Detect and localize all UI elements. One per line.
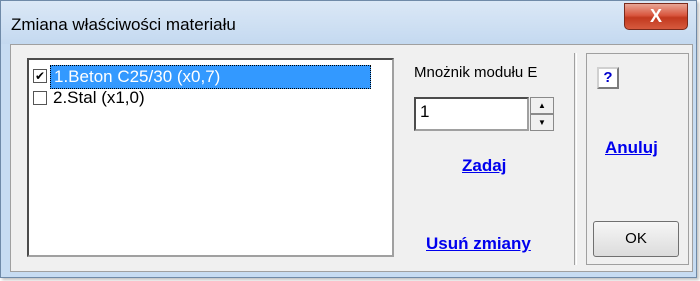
help-button[interactable]: ? <box>597 67 619 89</box>
remove-changes-link[interactable]: Usuń zmiany <box>426 234 531 254</box>
dialog-window: Zmiana właściwości materiału X ✔ 1.Beton… <box>0 0 697 278</box>
material-checkbox[interactable] <box>33 91 47 105</box>
arrow-up-icon: ▲ <box>538 101 546 110</box>
multiplier-input[interactable]: 1 <box>414 97 529 131</box>
ok-button[interactable]: OK <box>593 221 679 257</box>
set-link[interactable]: Zadaj <box>462 156 506 176</box>
material-checkbox[interactable]: ✔ <box>33 69 47 83</box>
title-bar[interactable]: Zmiana właściwości materiału X <box>1 1 696 44</box>
arrow-down-icon: ▼ <box>538 118 546 127</box>
cancel-link[interactable]: Anuluj <box>605 138 658 158</box>
spin-down-button[interactable]: ▼ <box>530 114 554 131</box>
dialog-content: ✔ 1.Beton C25/30 (x0,7) 2.Stal (x1,0) Mn… <box>10 44 693 272</box>
action-panel: ? Anuluj OK <box>586 53 689 265</box>
materials-list[interactable]: ✔ 1.Beton C25/30 (x0,7) 2.Stal (x1,0) <box>27 58 394 257</box>
multiplier-stepper: ▲ ▼ <box>530 97 554 131</box>
close-icon: X <box>649 6 662 26</box>
separator <box>574 53 577 265</box>
close-button[interactable]: X <box>624 3 688 30</box>
material-label: 1.Beton C25/30 (x0,7) <box>50 65 371 89</box>
dialog-title: Zmiana właściwości materiału <box>11 15 236 34</box>
material-label: 2.Stal (x1,0) <box>53 88 145 107</box>
multiplier-label: Mnożnik modułu E <box>414 64 538 81</box>
help-icon: ? <box>603 69 613 86</box>
spin-up-button[interactable]: ▲ <box>530 97 554 114</box>
